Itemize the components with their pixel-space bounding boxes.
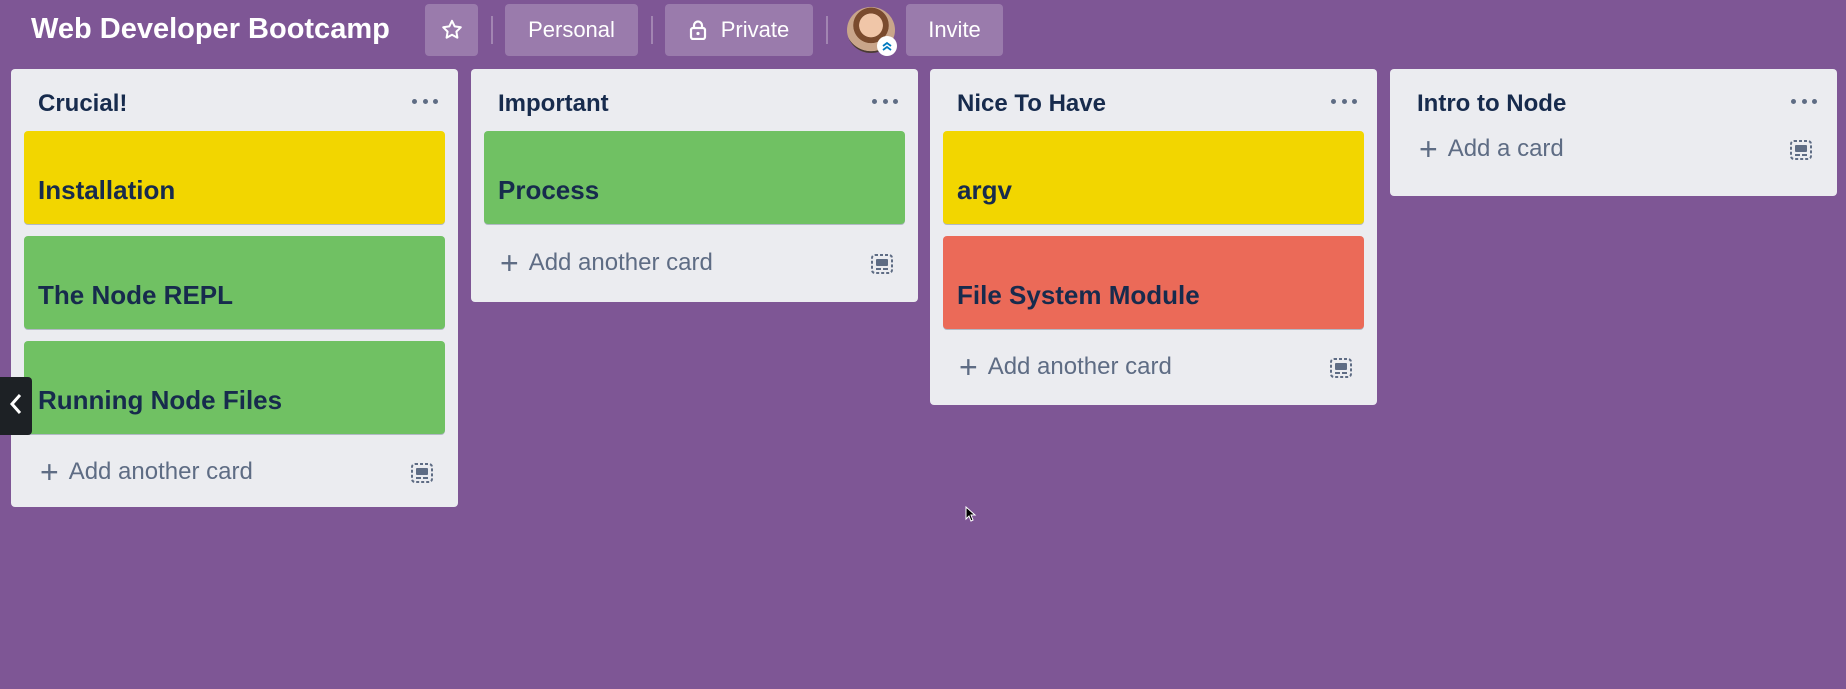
card-composer: + Add another card [943,329,1364,405]
card[interactable]: argv [943,131,1364,224]
list-header: Intro to Node [1390,69,1837,131]
add-card-button[interactable]: + Add another card [500,247,713,279]
card-template-icon[interactable] [1328,355,1354,381]
card[interactable]: Installation [24,131,445,224]
list-header: Crucial! [11,69,458,131]
list-menu-button[interactable] [872,95,898,107]
card[interactable]: Process [484,131,905,224]
visibility-label: Private [720,17,790,42]
add-card-button[interactable]: + Add another card [959,351,1172,383]
chevron-left-icon [8,392,24,421]
workspace-button[interactable]: Personal [505,4,638,56]
plus-icon: + [1419,131,1438,167]
workspace-label: Personal [528,17,615,42]
list-header: Nice To Have [930,69,1377,131]
plus-icon: + [500,245,519,281]
star-button[interactable] [425,4,478,56]
list-menu-button[interactable] [1791,95,1817,107]
card-title: Running Node Files [38,385,283,415]
avatar[interactable] [847,7,897,56]
card-composer: + Add another card [24,434,445,507]
card-title: Process [498,175,600,205]
lock-icon [689,20,707,40]
list-title[interactable]: Nice To Have [957,90,1106,118]
add-card-label: Add another card [987,353,1172,380]
add-card-label: Add another card [68,458,253,485]
add-card-label: Add a card [1447,135,1564,162]
board-header: Web Developer Bootcamp Personal Private … [0,0,1846,58]
card-template-icon[interactable] [1788,137,1814,163]
list-title[interactable]: Intro to Node [1417,90,1566,118]
card[interactable]: Running Node Files [24,341,445,434]
card-title: Installation [38,175,176,205]
invite-button[interactable]: Invite [906,4,1003,56]
list-important: Important Process + Add another card [471,69,918,302]
card-title: The Node REPL [38,280,234,310]
board-title[interactable]: Web Developer Bootcamp [31,13,390,46]
add-card-button[interactable]: + Add a card [1419,133,1564,165]
add-card-button[interactable]: + Add another card [40,456,253,488]
header-divider [826,16,828,44]
admin-chevrons-icon [877,36,897,56]
visibility-button[interactable]: Private [665,4,813,56]
card[interactable]: The Node REPL [24,236,445,329]
list-nice-to-have: Nice To Have argv File System Module + A… [930,69,1377,405]
plus-icon: + [959,349,978,385]
card-template-icon[interactable] [869,251,895,277]
card-composer: + Add a card [1403,131,1824,196]
header-divider [651,16,653,44]
header-divider [491,16,493,44]
list-title[interactable]: Important [498,90,609,118]
list-title[interactable]: Crucial! [38,90,127,118]
list-menu-button[interactable] [1331,95,1357,107]
card-title: File System Module [957,280,1200,310]
mouse-cursor [965,505,977,522]
plus-icon: + [40,454,59,490]
list-crucial: Crucial! Installation The Node REPL Runn… [11,69,458,507]
card-template-icon[interactable] [409,460,435,486]
card-title: argv [957,175,1012,205]
star-icon [440,18,464,42]
list-header: Important [471,69,918,131]
card-composer: + Add another card [484,224,905,302]
list-menu-button[interactable] [412,95,438,107]
add-card-label: Add another card [528,249,713,276]
invite-label: Invite [928,17,981,42]
card[interactable]: File System Module [943,236,1364,329]
sidebar-toggle-button[interactable] [0,377,32,435]
list-intro-to-node: Intro to Node + Add a card [1390,69,1837,196]
